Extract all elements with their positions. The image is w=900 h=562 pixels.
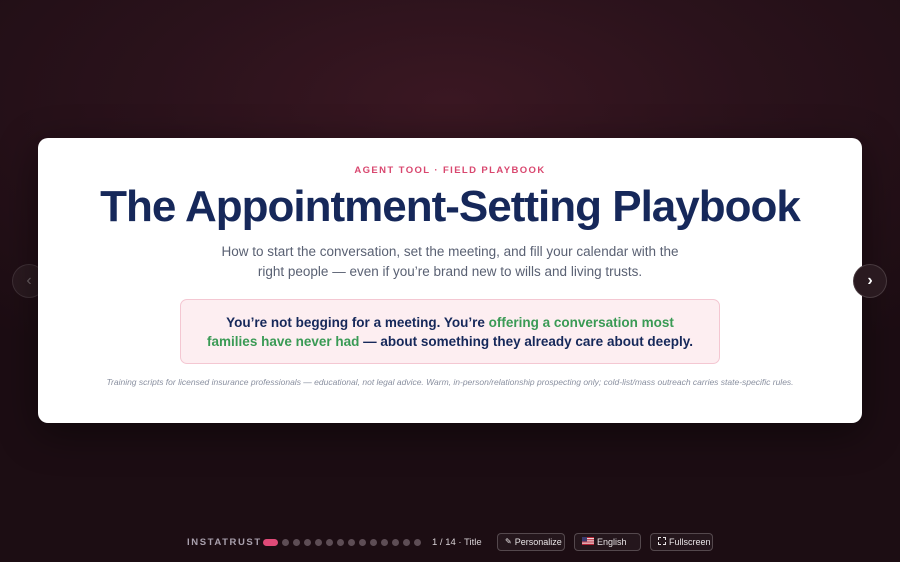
disclaimer: Training scripts for licensed insurance … [106, 377, 794, 387]
slide-eyebrow: AGENT TOOL · FIELD PLAYBOOK [354, 165, 546, 176]
slide-dot[interactable] [370, 539, 377, 546]
callout-text-2: — about something they already care abou… [359, 334, 693, 349]
slide-progress-dots [263, 539, 421, 546]
fullscreen-button[interactable]: Fullscreen [650, 533, 713, 551]
chevron-right-icon: › [867, 272, 873, 289]
presentation-toolbar: INSTATRUST 1 / 14 · Title ✎ Personalize … [0, 532, 900, 552]
slide-title: The Appointment-Setting Playbook [100, 182, 801, 231]
slide-dot[interactable] [282, 539, 289, 546]
slide-dot[interactable] [293, 539, 300, 546]
slide-dot[interactable] [263, 539, 278, 546]
slide-card: AGENT TOOL · FIELD PLAYBOOK The Appointm… [38, 138, 862, 423]
brand-label: INSTATRUST [187, 537, 262, 548]
slide-dot[interactable] [326, 539, 333, 546]
expand-icon [658, 537, 666, 547]
us-flag-icon [582, 537, 594, 547]
slide-dot[interactable] [315, 539, 322, 546]
chevron-left-icon: ‹ [26, 272, 32, 289]
slide-dot[interactable] [359, 539, 366, 546]
callout-text-1: You’re not begging for a meeting. You’re [226, 315, 489, 330]
language-select[interactable]: English [574, 533, 641, 551]
slide-dot[interactable] [337, 539, 344, 546]
slide-dot[interactable] [403, 539, 410, 546]
slide-counter: 1 / 14 · Title [432, 537, 482, 548]
next-slide-button[interactable]: › [853, 264, 887, 298]
slide-subtitle: How to start the conversation, set the m… [221, 244, 679, 279]
slide-dot[interactable] [414, 539, 421, 546]
slide-dot[interactable] [348, 539, 355, 546]
pencil-icon: ✎ [505, 537, 512, 546]
personalize-button[interactable]: ✎ Personalize [497, 533, 565, 551]
personalize-label: Personalize [514, 537, 562, 547]
language-label: English [597, 537, 627, 547]
callout-box: You’re not begging for a meeting. You’re… [180, 299, 720, 364]
slide-dot[interactable] [392, 539, 399, 546]
slide-dot[interactable] [381, 539, 388, 546]
fullscreen-label: Fullscreen [669, 537, 711, 547]
slide-dot[interactable] [304, 539, 311, 546]
